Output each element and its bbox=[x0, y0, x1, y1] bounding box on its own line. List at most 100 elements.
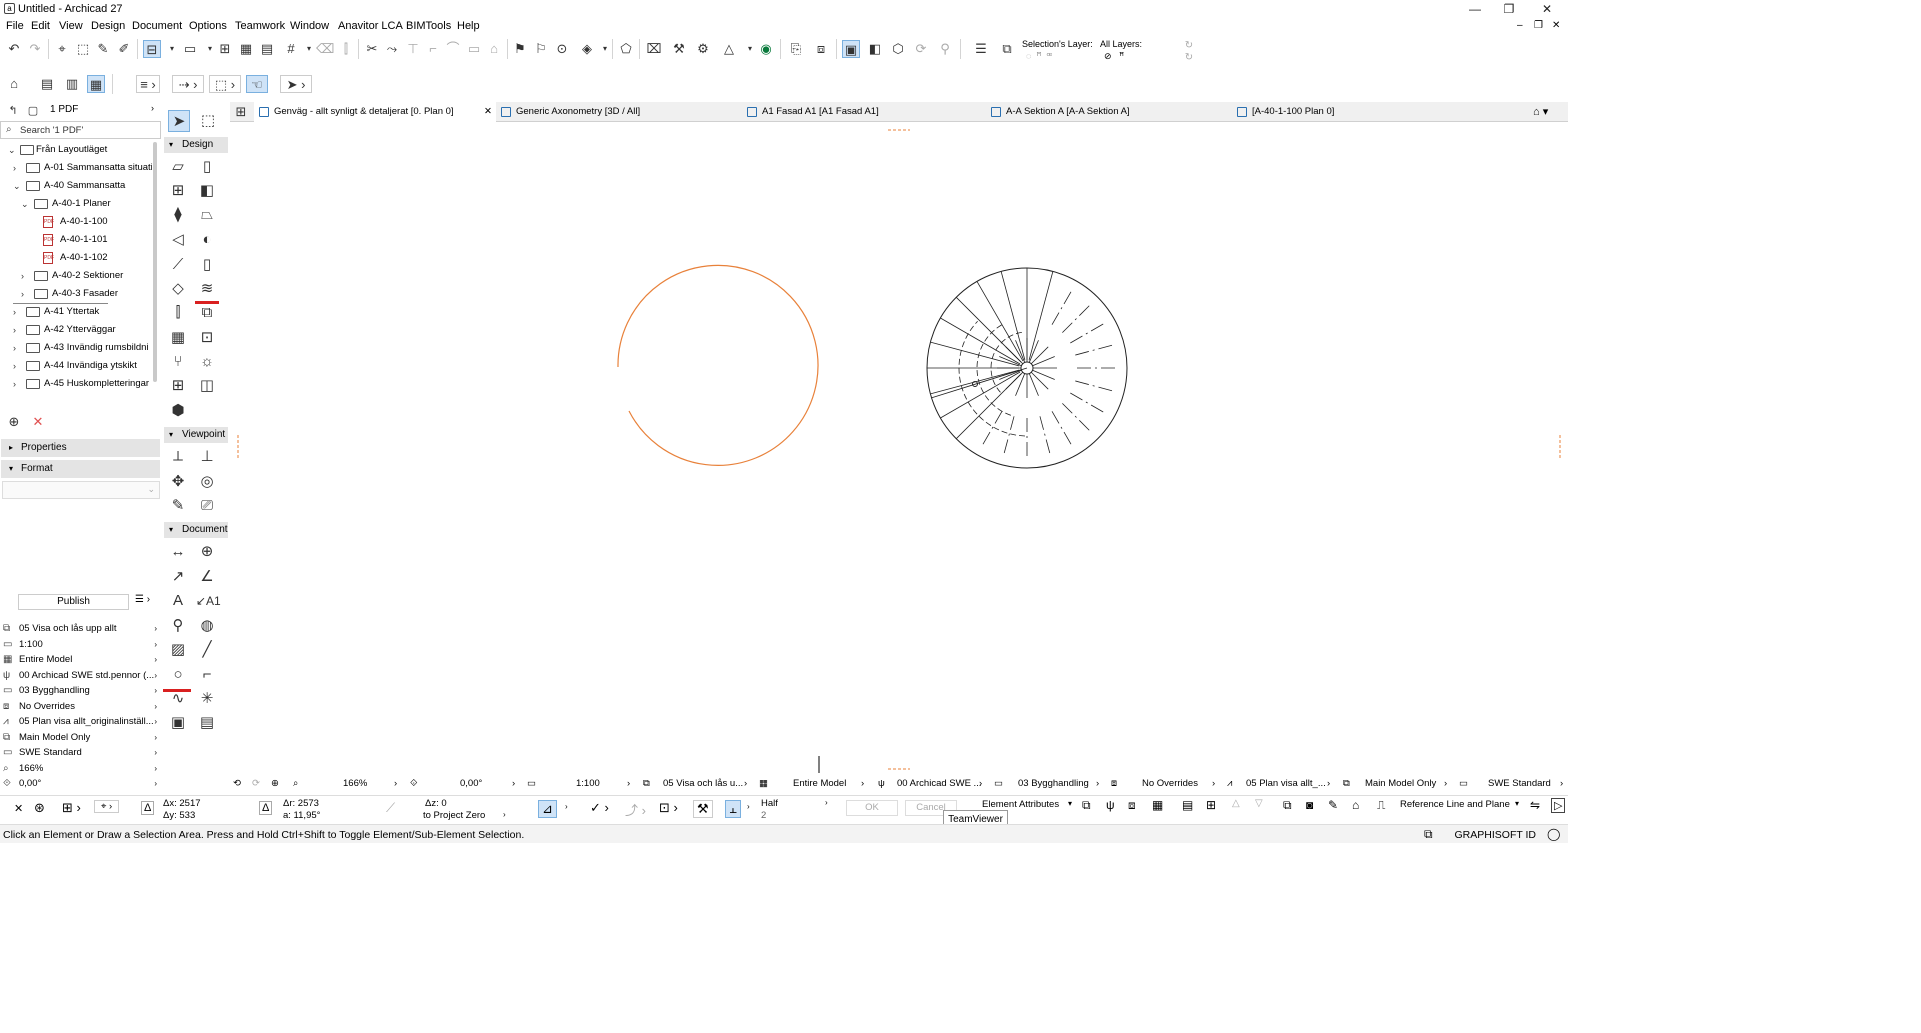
view-tab[interactable]: [A-40-1-100 Plan 0] bbox=[1232, 102, 1532, 122]
layers-icon[interactable]: ⧉ bbox=[643, 778, 650, 789]
eraser-icon[interactable]: ⌫ bbox=[316, 40, 334, 58]
camera-icon[interactable]: ◙ bbox=[1306, 798, 1313, 812]
tab-list-icon[interactable]: ⌂ ▾ bbox=[1533, 105, 1548, 118]
snap-options-icon[interactable]: ⌖ › bbox=[94, 800, 120, 813]
rotation-icon[interactable]: ⟐ bbox=[410, 778, 418, 789]
reference-line-icon[interactable]: ⎍ bbox=[1377, 798, 1385, 813]
structure-icon[interactable]: ▦ bbox=[759, 778, 768, 789]
shape-icon[interactable]: ⬠ bbox=[617, 40, 635, 58]
triangle-icon[interactable]: △ bbox=[720, 40, 738, 58]
lamp-tool-icon[interactable]: ☼ bbox=[196, 351, 218, 373]
spiral-stair-plan[interactable] bbox=[926, 267, 1128, 469]
navigator-item[interactable]: ⌄ Från Layoutläget bbox=[0, 141, 152, 159]
pen-attr-icon[interactable]: ψ bbox=[1106, 798, 1115, 812]
hand-icon[interactable]: ☜ bbox=[246, 75, 268, 93]
door-tool-icon[interactable]: ▯ bbox=[196, 156, 218, 178]
bimtools-icon[interactable]: ⚙ bbox=[694, 40, 712, 58]
navigator-set-name[interactable]: 1 PDF bbox=[50, 104, 78, 115]
quick-option-row[interactable]: ⌕ 166% › bbox=[0, 761, 161, 776]
menu-teamwork[interactable]: Teamwork bbox=[235, 20, 285, 32]
delta-z[interactable]: Δz: 0 bbox=[425, 798, 447, 809]
intersect-icon[interactable]: ⊤ bbox=[404, 40, 422, 58]
section-icon[interactable]: ◧ bbox=[866, 40, 884, 58]
pick-up-icon[interactable]: ✎ bbox=[94, 40, 112, 58]
menu-window[interactable]: Window bbox=[290, 20, 329, 32]
chevron-right-icon[interactable]: › bbox=[1327, 778, 1330, 789]
quick-option-row[interactable]: ▦ Entire Model › bbox=[0, 652, 161, 667]
navigator-search-box[interactable]: ⌕ Search '1 PDF' bbox=[0, 121, 161, 139]
new-folder-icon[interactable]: ⊕ bbox=[5, 413, 23, 431]
navigator-item[interactable]: › A-43 Invändig rumsbildni bbox=[0, 339, 152, 357]
pen-set-value[interactable]: 00 Archicad SWE ... bbox=[897, 778, 981, 789]
hotspot-tool-icon[interactable]: ✳ bbox=[196, 688, 218, 710]
delta-x[interactable]: Δx: 2517 bbox=[163, 798, 201, 809]
chevron-right-icon[interactable]: › bbox=[13, 375, 16, 393]
menu-document[interactable]: Document bbox=[132, 20, 182, 32]
elevation-tool-icon[interactable]: ⊥ bbox=[196, 446, 218, 468]
drawing-canvas[interactable] bbox=[231, 123, 1568, 773]
quick-option-row[interactable]: ▭ 03 Bygghandling › bbox=[0, 683, 161, 698]
chevron-right-icon[interactable]: › bbox=[825, 798, 828, 807]
text-tool-icon[interactable]: A bbox=[167, 590, 189, 612]
polyline-tool-icon[interactable]: ⌐ bbox=[196, 664, 218, 686]
list-menu-icon[interactable]: ≡ › bbox=[136, 75, 160, 93]
walk-icon[interactable]: ⚲ bbox=[936, 40, 954, 58]
pen-set-icon[interactable]: ψ bbox=[878, 778, 885, 789]
structure-value[interactable]: Entire Model bbox=[793, 778, 846, 789]
chevron-right-icon[interactable]: › bbox=[1444, 778, 1447, 789]
delta-radius[interactable]: Δr: 2573 bbox=[283, 798, 319, 809]
doc-minimize-button[interactable]: – bbox=[1517, 20, 1523, 31]
camera-tool-icon[interactable]: ⎚ bbox=[196, 495, 218, 517]
guide-line-icon[interactable]: ⊿ bbox=[538, 800, 557, 818]
level-dimension-tool-icon[interactable]: ⊕ bbox=[196, 541, 218, 563]
dimension-value[interactable]: SWE Standard bbox=[1488, 778, 1551, 789]
magic-tool-icon[interactable]: ⚒ bbox=[693, 800, 713, 818]
doc-restore-button[interactable]: ❐ bbox=[1534, 20, 1543, 31]
edit-icon[interactable]: ✎ bbox=[1328, 798, 1338, 812]
detail-tool-icon[interactable]: ✎ bbox=[167, 495, 189, 517]
snap-half-label[interactable]: Half bbox=[761, 798, 778, 809]
radial-dimension-tool-icon[interactable]: ↗ bbox=[167, 566, 189, 588]
skylight-tool-icon[interactable]: ◐ bbox=[196, 229, 218, 251]
floor-plan-icon[interactable]: ▣ bbox=[842, 40, 860, 58]
window-icon[interactable]: ▭ bbox=[181, 40, 199, 58]
navigator-item[interactable]: › A-44 Invändiga ytskikt bbox=[0, 357, 152, 375]
chevron-right-icon[interactable]: › bbox=[747, 802, 750, 811]
hatch-tool-icon[interactable]: ▨ bbox=[167, 639, 189, 661]
line-tool-icon[interactable]: ╱ bbox=[196, 639, 218, 661]
3d-window-icon[interactable]: ⬡ bbox=[889, 40, 907, 58]
scale-value[interactable]: 1:100 bbox=[576, 778, 600, 789]
chevron-right-icon[interactable]: › bbox=[979, 778, 982, 789]
quick-option-row[interactable]: ⩘ 05 Plan visa allt_originalinställ... › bbox=[0, 714, 161, 729]
chevron-right-icon[interactable]: › bbox=[13, 357, 16, 375]
publish-options-icon[interactable]: ☰ › bbox=[135, 594, 150, 605]
inject-icon[interactable]: ✐ bbox=[115, 40, 133, 58]
label-tool-icon[interactable]: ↙A1 bbox=[196, 590, 221, 612]
chevron-right-icon[interactable]: › bbox=[21, 267, 24, 285]
chevron-right-icon[interactable]: › bbox=[744, 778, 747, 789]
close-window-button[interactable]: ✕ bbox=[1532, 1, 1562, 17]
circle-tool-icon[interactable]: ○ bbox=[167, 664, 189, 686]
fillet-icon[interactable]: ⌐ bbox=[424, 40, 442, 58]
tab-overview-icon[interactable]: ⊞ bbox=[232, 103, 250, 121]
navigator-item[interactable]: PDF A-40-1-102 bbox=[0, 249, 152, 267]
mesh-tool-icon[interactable]: ⧉ bbox=[196, 302, 218, 324]
element-attributes-dropdown[interactable]: Element Attributes bbox=[982, 799, 1059, 810]
layer-combination-value[interactable]: 05 Visa och lås u... bbox=[663, 778, 743, 789]
navigator-item[interactable]: PDF A-40-1-101 bbox=[0, 231, 152, 249]
zoom-in-icon[interactable]: ⊕ bbox=[271, 778, 279, 789]
navigator-item[interactable]: PDF A-40-1-100 bbox=[0, 213, 152, 231]
refresh-icon[interactable]: ↻ bbox=[1180, 49, 1198, 67]
grid-attr-icon[interactable]: ⊞ bbox=[1206, 798, 1216, 812]
overrides-icon[interactable]: ⧈ bbox=[1111, 778, 1117, 789]
quick-option-row[interactable]: ⧉ 05 Visa och lås upp allt › bbox=[0, 621, 161, 636]
chevron-right-icon[interactable]: › bbox=[13, 303, 16, 321]
column-tool-icon[interactable]: ⊞ bbox=[167, 180, 189, 202]
chevron-down-icon[interactable]: ⌄ bbox=[13, 177, 21, 195]
zoom-value[interactable]: 166% bbox=[343, 778, 367, 789]
layout-book-icon[interactable]: ▥ bbox=[63, 75, 81, 93]
building-icon[interactable]: ⌧ bbox=[645, 40, 663, 58]
chevron-right-icon[interactable]: › bbox=[1212, 778, 1215, 789]
doc-close-button[interactable]: ✕ bbox=[1552, 20, 1560, 31]
label-icon[interactable]: ⚐ bbox=[532, 40, 550, 58]
